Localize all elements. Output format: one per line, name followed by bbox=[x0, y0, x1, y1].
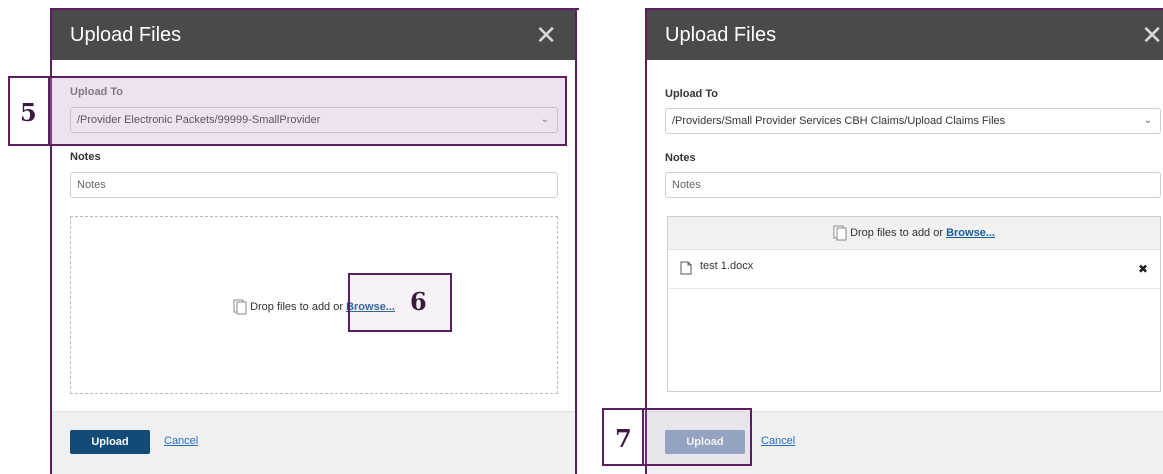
drop-zone[interactable]: Drop files to add or Browse... test 1.do… bbox=[667, 216, 1161, 392]
upload-to-select[interactable]: /Providers/Small Provider Services CBH C… bbox=[665, 108, 1161, 134]
document-icon bbox=[680, 261, 692, 280]
dialog-title: Upload Files bbox=[70, 24, 182, 46]
files-drop-icon bbox=[833, 225, 850, 241]
browse-link[interactable]: Browse... bbox=[946, 227, 995, 239]
file-list-item: test 1.docx ✖ bbox=[668, 250, 1160, 289]
chevron-down-icon: ⌄ bbox=[1143, 115, 1152, 126]
notes-label: Notes bbox=[70, 151, 101, 163]
callout-number-5: 5 bbox=[20, 98, 37, 127]
cancel-link[interactable]: Cancel bbox=[164, 435, 198, 447]
close-icon[interactable]: ✕ bbox=[535, 20, 557, 50]
drop-zone[interactable]: Drop files to add or Browse... bbox=[70, 216, 558, 394]
dialog-header: Upload Files ✕ bbox=[52, 10, 575, 60]
drop-text: Drop files to add or bbox=[850, 227, 944, 239]
drop-text: Drop files to add or bbox=[250, 300, 344, 313]
upload-to-value: /Providers/Small Provider Services CBH C… bbox=[672, 115, 1006, 127]
upload-button[interactable]: Upload bbox=[70, 430, 150, 454]
dialog-title: Upload Files bbox=[665, 24, 777, 46]
dialog-header: Upload Files ✕ bbox=[647, 10, 1163, 60]
remove-x-icon[interactable]: ✖ bbox=[1138, 262, 1148, 276]
cancel-link[interactable]: Cancel bbox=[761, 435, 795, 447]
callout-highlight-browse bbox=[348, 273, 452, 332]
close-icon[interactable]: ✕ bbox=[1141, 20, 1163, 50]
callout-number-6: 6 bbox=[410, 287, 427, 316]
notes-label: Notes bbox=[665, 152, 696, 164]
callout-number-7: 7 bbox=[615, 424, 632, 453]
notes-input[interactable]: Notes bbox=[665, 172, 1161, 198]
dialog-footer: Upload Cancel bbox=[52, 411, 575, 474]
upload-to-label: Upload To bbox=[665, 88, 718, 100]
file-name: test 1.docx bbox=[700, 260, 754, 272]
notes-input[interactable]: Notes bbox=[70, 172, 558, 198]
callout-highlight-upload-to bbox=[8, 76, 567, 146]
upload-files-dialog-right: Upload Files ✕ Upload To /Providers/Smal… bbox=[645, 10, 1163, 474]
files-drop-icon bbox=[233, 299, 250, 315]
